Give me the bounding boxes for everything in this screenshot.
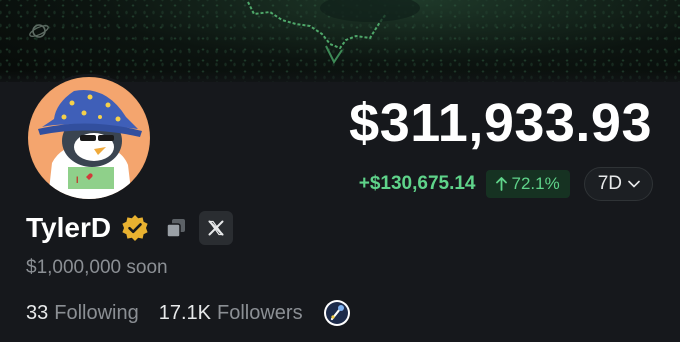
following-stat[interactable]: 33 Following [26, 302, 139, 325]
profile-banner [0, 0, 680, 82]
arrow-up-icon [495, 177, 507, 191]
planet-icon [29, 24, 49, 38]
x-profile-link-button[interactable] [199, 211, 234, 245]
period-selector-label: 7D [597, 173, 622, 194]
verified-badge-icon [122, 215, 148, 241]
copy-icon[interactable] [165, 217, 187, 239]
svg-text:I: I [76, 175, 79, 185]
profile-tagline: $1,000,000 soon [26, 257, 168, 278]
chevron-down-icon [628, 180, 640, 188]
portfolio-change-percent: 72.1% [511, 174, 560, 193]
penguin-wizard-avatar-image: I [28, 77, 150, 199]
profile-name-row: TylerD [26, 210, 234, 246]
following-count: 33 [26, 301, 49, 324]
profile-stats: 33 Following 17.1K Followers [26, 298, 351, 328]
period-selector[interactable]: 7D [583, 167, 653, 201]
portfolio-change-percent-badge: 72.1% [485, 170, 570, 198]
portfolio-value: $311,933.93 [349, 93, 652, 153]
nft-badge-icon[interactable] [323, 299, 351, 327]
avatar[interactable]: I [25, 74, 153, 202]
following-label: Following [54, 301, 139, 324]
followers-stat[interactable]: 17.1K Followers [159, 302, 303, 325]
profile-name: TylerD [26, 212, 112, 243]
x-logo-icon [208, 220, 224, 236]
portfolio-change-amount: +$130,675.14 [358, 173, 476, 194]
followers-label: Followers [217, 301, 303, 324]
followers-count: 17.1K [158, 301, 211, 324]
portfolio-change-row: +$130,675.14 72.1% 7D [359, 167, 653, 201]
